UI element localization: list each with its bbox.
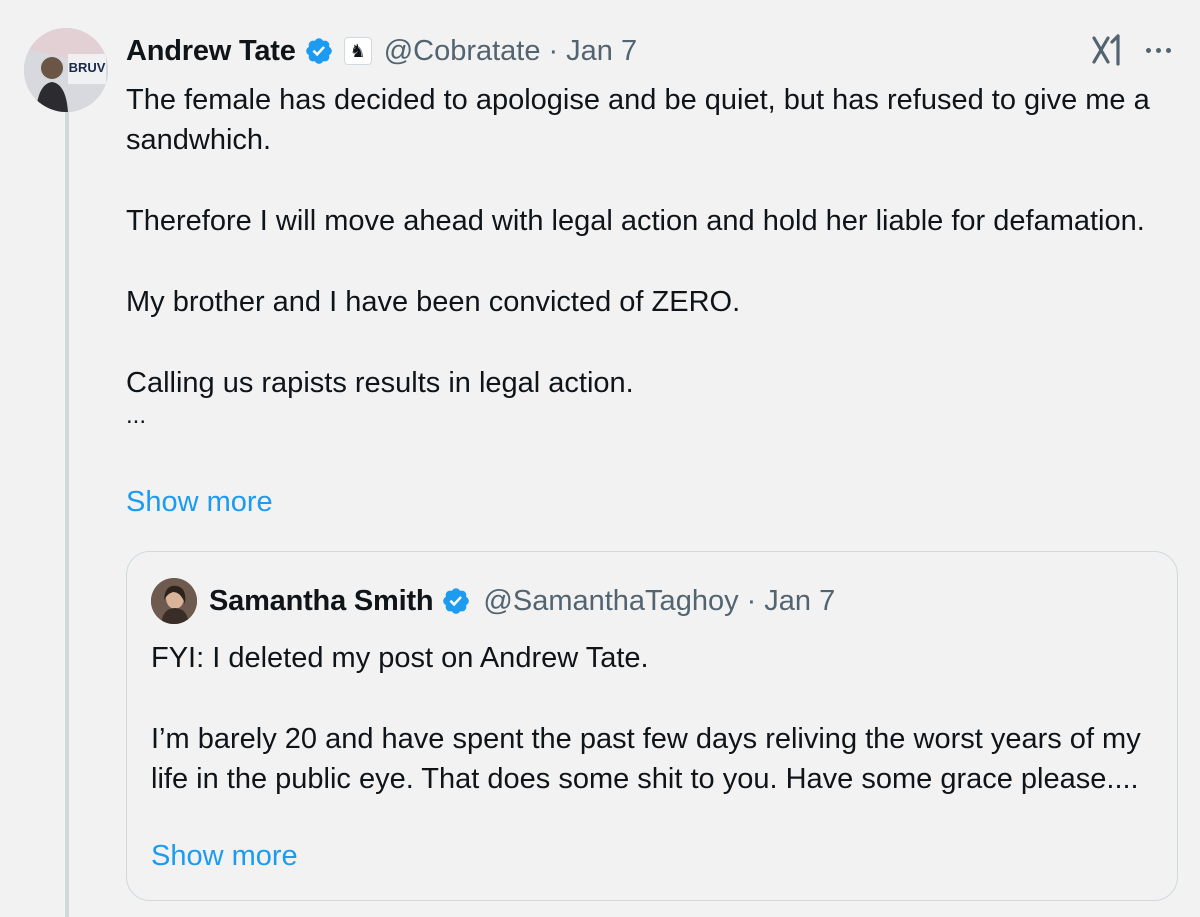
truncation-ellipsis: ... — [126, 402, 147, 429]
tweet-header: Andrew Tate ♞ @Cobratate · Jan 7 — [126, 30, 637, 72]
tweet: BRUV Andrew Tate ♞ @Cobratate · Jan 7 Th… — [0, 0, 1200, 917]
show-more-link[interactable]: Show more — [126, 486, 273, 519]
quoted-paragraph: FYI: I deleted my post on Andrew Tate. — [151, 642, 649, 674]
tweet-paragraph: The female has decided to apologise and … — [126, 84, 1150, 156]
tweet-date[interactable]: Jan 7 — [566, 35, 637, 68]
verified-badge-icon[interactable] — [441, 586, 471, 616]
quoted-tweet-body: FYI: I deleted my post on Andrew Tate. I… — [151, 638, 1161, 799]
author-name[interactable]: Andrew Tate — [126, 35, 296, 68]
grok-icon[interactable] — [1088, 32, 1128, 68]
quoted-author-handle[interactable]: @SamanthaTaghoy — [483, 585, 738, 618]
quoted-tweet-date[interactable]: Jan 7 — [764, 585, 835, 618]
quoted-author-name[interactable]: Samantha Smith — [209, 585, 434, 618]
avatar[interactable]: BRUV — [24, 28, 108, 112]
thread-line — [65, 112, 69, 917]
chess-knight-icon[interactable]: ♞ — [343, 37, 372, 65]
author-handle[interactable]: @Cobratate — [384, 35, 541, 68]
more-options-icon[interactable] — [1140, 38, 1176, 62]
avatar-image: BRUV — [24, 28, 108, 112]
avatar-logo-text: BRUV — [69, 60, 106, 75]
quoted-tweet[interactable]: Samantha Smith @SamanthaTaghoy · Jan 7 F… — [126, 551, 1178, 901]
quoted-paragraph: I’m barely 20 and have spent the past fe… — [151, 723, 1141, 795]
quoted-tweet-header: Samantha Smith @SamanthaTaghoy · Jan 7 — [151, 578, 835, 624]
date-separator: · — [548, 34, 559, 67]
tweet-paragraph: Therefore I will move ahead with legal a… — [126, 205, 1145, 237]
avatar[interactable] — [151, 578, 197, 624]
tweet-paragraph: My brother and I have been convicted of … — [126, 286, 741, 318]
tweet-paragraph: Calling us rapists results in legal acti… — [126, 367, 634, 399]
quoted-show-more-link[interactable]: Show more — [151, 840, 298, 873]
tweet-body: The female has decided to apologise and … — [126, 80, 1176, 431]
verified-badge-icon[interactable] — [304, 36, 334, 66]
date-separator: · — [746, 584, 757, 617]
